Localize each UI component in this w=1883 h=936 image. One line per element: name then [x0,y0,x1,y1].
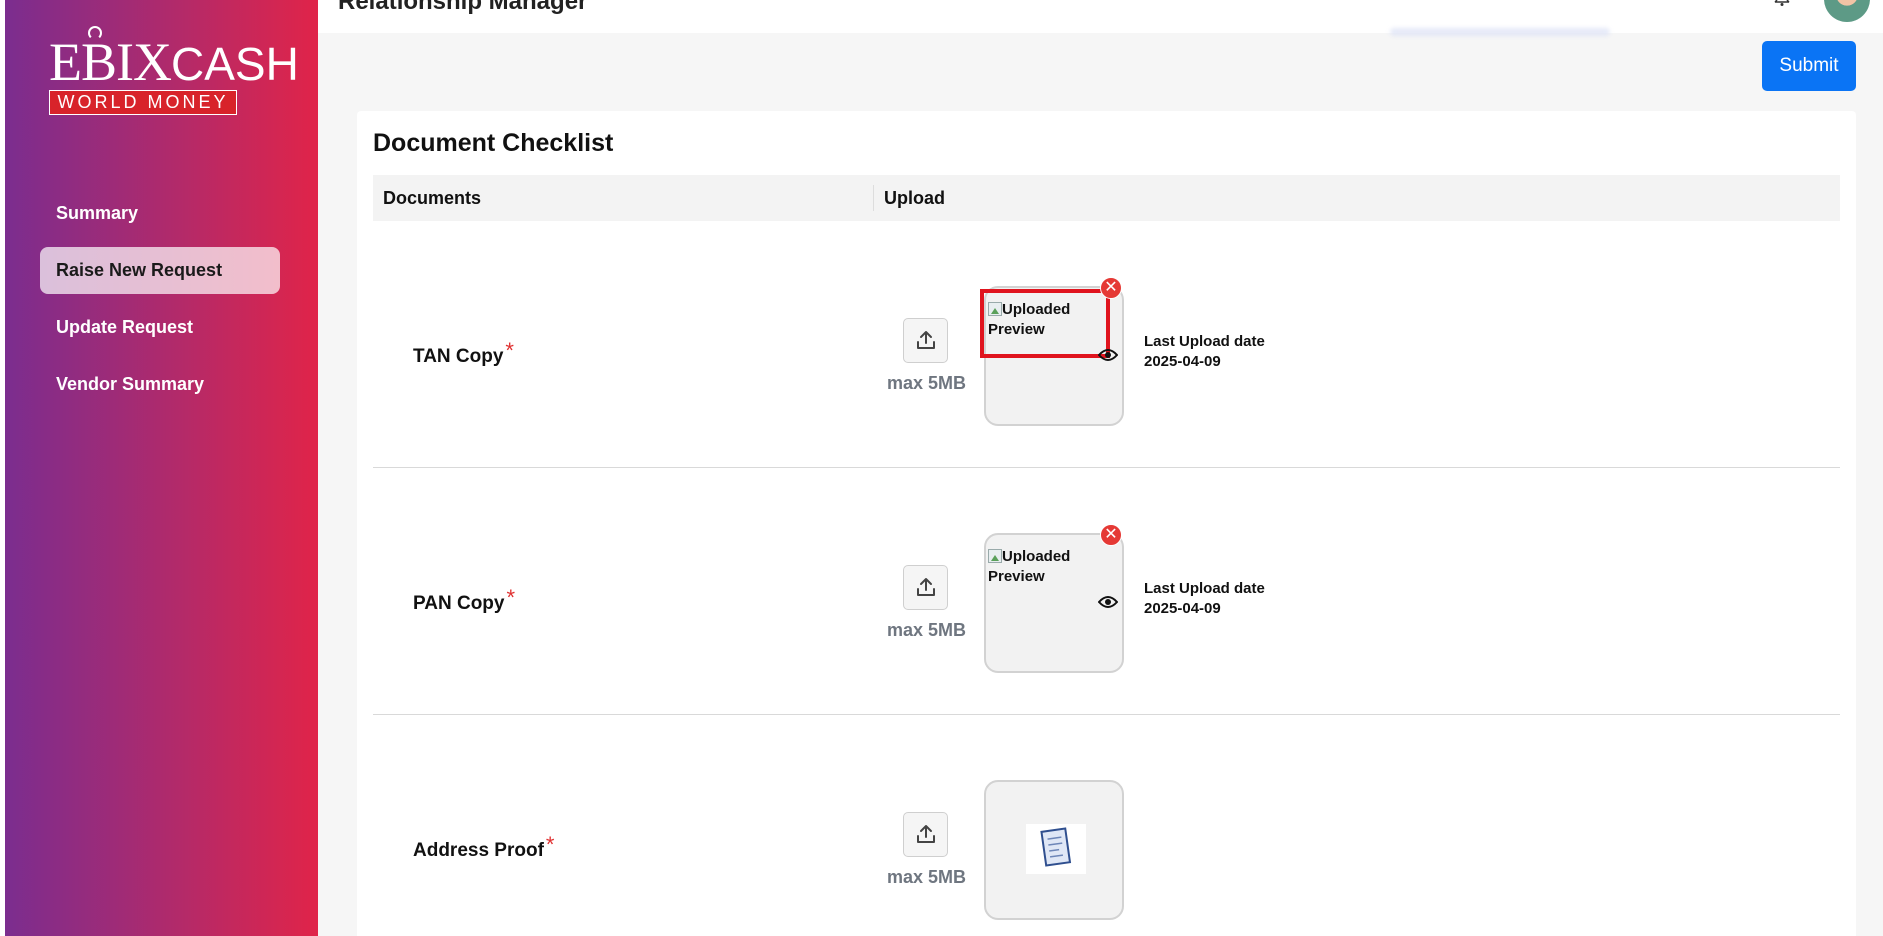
max-size-hint: max 5MB [887,867,967,887]
upload-button[interactable] [903,318,948,363]
highlight-annotation [980,289,1110,358]
column-header-upload: Upload [873,185,945,211]
document-placeholder-icon [1026,824,1086,874]
user-avatar[interactable] [1824,0,1870,22]
page-title: Relationship Manager [338,0,588,15]
notification-bell-icon[interactable] [1773,0,1791,6]
sidebar: EBIXCASH WORLD MONEY Summary Raise New R… [5,0,318,936]
preview-alt-text: Uploaded Preview [988,548,1071,585]
remove-file-icon[interactable]: ✕ [1100,524,1122,546]
sidebar-item-summary[interactable]: Summary [40,190,280,237]
sidebar-item-update-request[interactable]: Update Request [40,304,280,351]
sidebar-item-raise-new-request[interactable]: Raise New Request [40,247,280,294]
logo-wordmark: EBIXCASH [49,32,299,92]
document-name: Address Proof* [413,832,555,861]
upload-icon [917,578,935,596]
max-size-hint: max 5MB [887,373,967,393]
max-size-hint: max 5MB [887,620,967,640]
broken-image-icon [988,549,1002,563]
upload-icon [917,331,935,349]
top-bar-shadow [1390,28,1610,36]
submit-button[interactable]: Submit [1762,41,1856,91]
remove-file-icon[interactable]: ✕ [1100,277,1122,299]
required-asterisk: * [505,338,514,363]
required-asterisk: * [506,585,516,610]
view-eye-icon[interactable] [1098,594,1118,610]
top-bar: Relationship Manager [318,0,1883,33]
upload-button[interactable] [903,565,948,610]
table-row: TAN Copy* max 5MB Uploaded Preview ✕ Las… [373,221,1840,468]
sidebar-nav: Summary Raise New Request Update Request… [40,190,280,418]
last-upload-info: Last Upload date 2025-04-09 [1144,333,1265,370]
document-name: TAN Copy* [413,338,514,367]
table-row: Address Proof* max 5MB [373,715,1840,936]
table-row: PAN Copy* max 5MB Uploaded Preview ✕ Las… [373,468,1840,715]
upload-icon [917,825,935,843]
logo-tagline: WORLD MONEY [49,90,237,115]
required-asterisk: * [545,832,555,857]
ebixcash-logo: EBIXCASH WORLD MONEY [45,26,299,118]
table-header: Documents Upload [373,175,1840,221]
upload-button[interactable] [903,812,948,857]
view-eye-icon[interactable] [1098,347,1118,363]
card-title: Document Checklist [373,129,614,157]
document-name: PAN Copy* [413,585,516,614]
column-header-documents: Documents [383,188,482,208]
document-checklist-card: Document Checklist Documents Upload TAN … [357,111,1856,936]
upload-placeholder[interactable] [984,780,1124,920]
last-upload-info: Last Upload date 2025-04-09 [1144,580,1265,617]
sidebar-item-vendor-summary[interactable]: Vendor Summary [40,361,280,408]
